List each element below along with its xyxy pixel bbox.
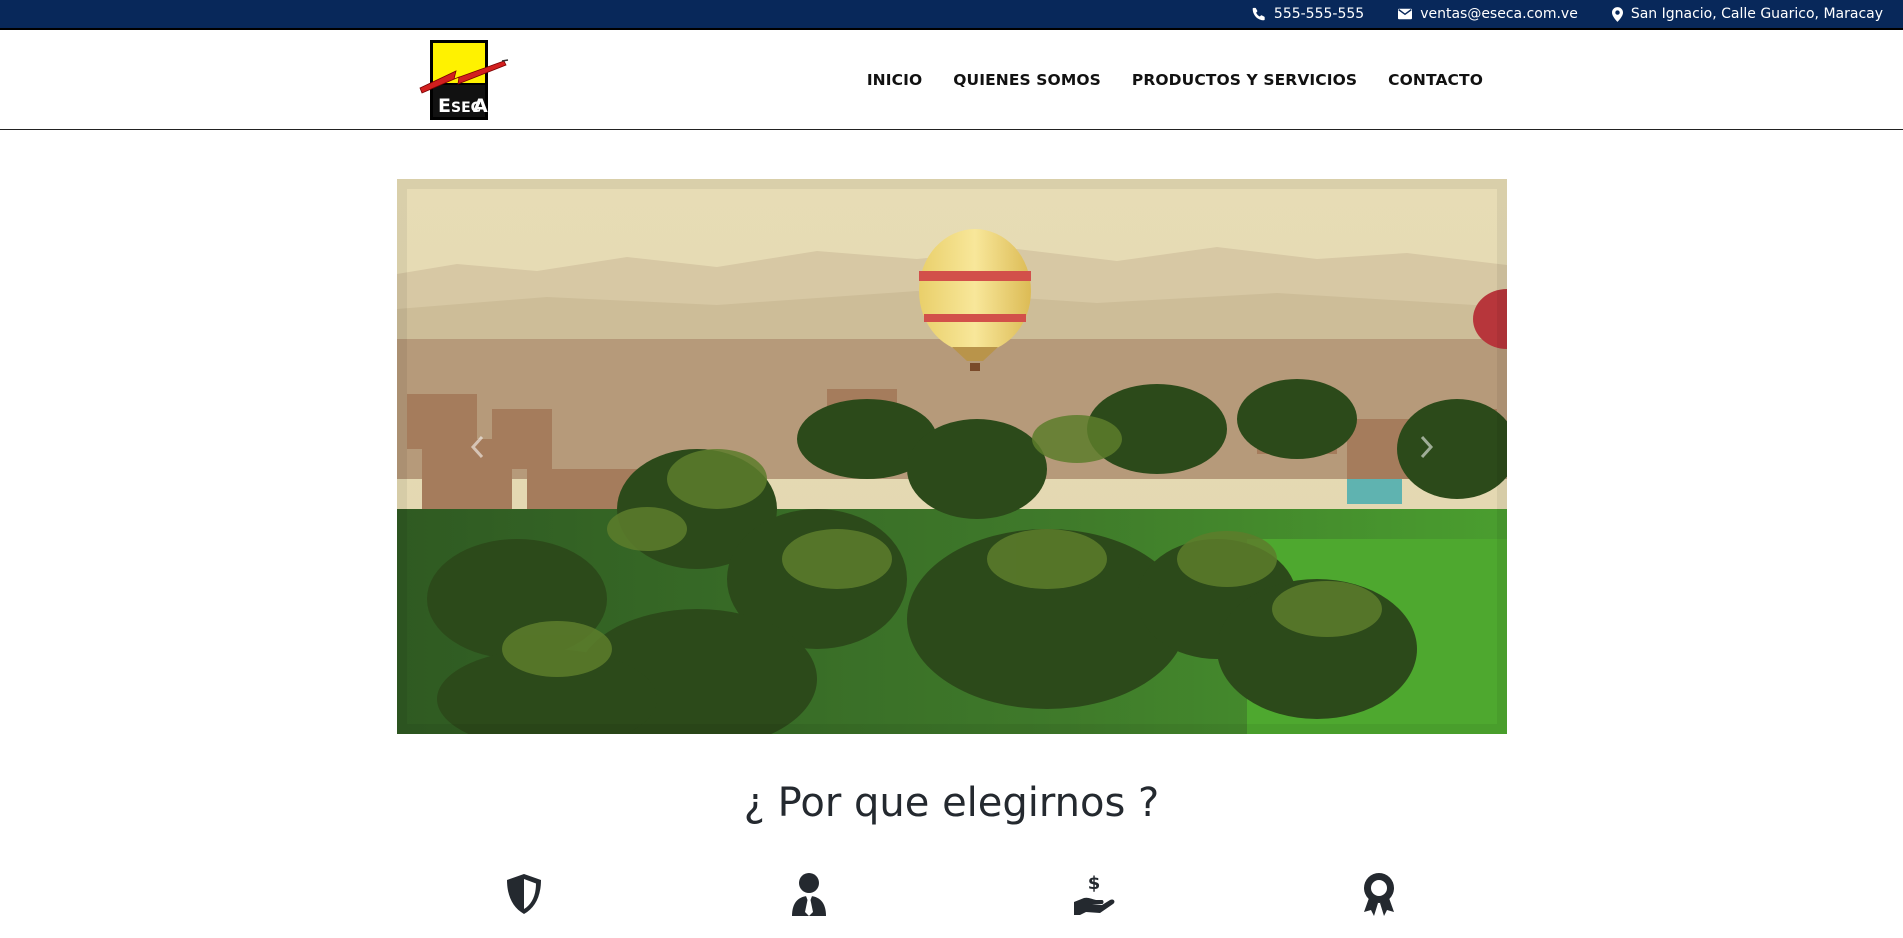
site-header: E SEC A INICIO QUIENES SOMOS PRODUCTOS Y… (0, 30, 1903, 130)
email-text: ventas@eseca.com.ve (1420, 6, 1578, 22)
nav-contacto[interactable]: CONTACTO (1388, 71, 1483, 89)
hand-holding-dollar-icon: $ (1071, 872, 1117, 918)
svg-text:$: $ (1088, 873, 1101, 894)
user-tie-icon (786, 872, 832, 918)
chevron-left-icon (470, 435, 484, 463)
top-contact-bar: 555-555-555 ventas@eseca.com.ve San Igna… (0, 0, 1903, 30)
map-marker-icon (1611, 6, 1623, 22)
contact-email[interactable]: ventas@eseca.com.ve (1398, 6, 1578, 22)
carousel-prev-button[interactable] (447, 419, 507, 479)
hero-carousel (397, 179, 1507, 734)
envelope-icon (1398, 8, 1413, 20)
nav-productos-y-servicios[interactable]: PRODUCTOS Y SERVICIOS (1132, 71, 1357, 89)
svg-text:A: A (473, 95, 488, 117)
why-choose-us-heading: ¿ Por que elegirnos ? (743, 780, 1160, 826)
award-ribbon-icon (1356, 872, 1402, 918)
shield-icon (501, 872, 547, 918)
address-text: San Ignacio, Calle Guarico, Maracay (1630, 6, 1883, 22)
main-nav: INICIO QUIENES SOMOS PRODUCTOS Y SERVICI… (867, 30, 1483, 130)
features-row: $ (0, 872, 1903, 922)
phone-text: 555-555-555 (1273, 6, 1365, 22)
svg-text:E: E (438, 95, 451, 117)
carousel-next-button[interactable] (1397, 419, 1457, 479)
contact-address[interactable]: San Ignacio, Calle Guarico, Maracay (1611, 6, 1883, 22)
eseca-logo[interactable]: E SEC A (418, 39, 510, 123)
nav-inicio[interactable]: INICIO (867, 71, 922, 89)
nav-quienes-somos[interactable]: QUIENES SOMOS (953, 71, 1101, 89)
phone-icon (1252, 7, 1266, 21)
chevron-right-icon (1420, 435, 1434, 463)
contact-phone[interactable]: 555-555-555 (1252, 6, 1364, 22)
carousel-slide-image (397, 179, 1507, 734)
